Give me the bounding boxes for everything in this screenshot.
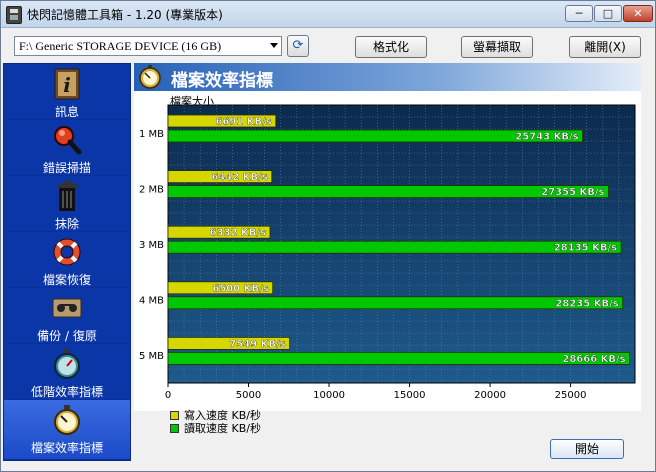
refresh-icon: ⟳ — [292, 38, 304, 53]
title-bar: 快閃記憶體工具箱 - 1.20 (專業版本) ─ □ ✕ — [1, 1, 655, 28]
data-label: 6332 KB/s — [210, 228, 266, 239]
data-label: 6442 KB/s — [211, 172, 267, 183]
maximize-icon: □ — [602, 7, 614, 20]
sidebar-item-label: 訊息 — [54, 105, 79, 119]
device-select[interactable]: F:\ Generic STORAGE DEVICE (16 GB) — [14, 36, 282, 56]
tape-icon — [52, 298, 82, 318]
lifebuoy-icon — [53, 238, 81, 266]
panel-title: 檔案效率指標 — [171, 71, 273, 91]
toolbar: F:\ Generic STORAGE DEVICE (16 GB) ⟳ 格式化… — [1, 28, 655, 62]
trash-icon — [57, 181, 77, 211]
stopwatch-icon — [54, 349, 80, 379]
category-label: 4 MB — [139, 296, 164, 307]
svg-text:i: i — [63, 73, 71, 97]
sidebar-item-erase[interactable]: 抹除 — [4, 176, 130, 232]
data-label: 25743 KB/s — [515, 132, 578, 143]
legend-label-write: 寫入速度 KB/秒 — [184, 409, 261, 422]
legend-item-write: 寫入速度 KB/秒 — [170, 409, 261, 422]
sidebar-item-info[interactable]: i 訊息 — [4, 64, 130, 120]
data-label: 27355 KB/s — [541, 187, 604, 198]
screen-capture-button[interactable]: 螢幕擷取 — [461, 36, 533, 58]
minimize-button[interactable]: ─ — [565, 5, 593, 22]
device-select-value: F:\ Generic STORAGE DEVICE (16 GB) — [19, 39, 222, 53]
magnifier-icon — [54, 126, 82, 155]
panel-header: 檔案效率指標 — [134, 63, 641, 91]
start-button[interactable]: 開始 — [550, 439, 624, 459]
sidebar-item-label: 抹除 — [54, 217, 79, 231]
legend-label-read: 讀取速度 KB/秒 — [184, 422, 261, 435]
legend-item-read: 讀取速度 KB/秒 — [170, 422, 261, 435]
sidebar-item-label: 低階效率指標 — [30, 385, 103, 399]
app-icon — [6, 6, 22, 24]
sidebar-item-label: 錯誤掃描 — [42, 161, 91, 175]
chart-area: 檔案大小 1 MB 6691 KB/s 25743 KB/s 2 MB 6442 KB/… — [134, 91, 641, 411]
info-icon: i — [54, 68, 80, 100]
chevron-down-icon[interactable] — [270, 43, 278, 48]
sidebar-item-error-scan[interactable]: 錯誤掃描 — [4, 120, 130, 176]
sidebar: i 訊息 錯誤掃描 抹除 檔案恢復 備份 / 復原 低階效率指標 檔案效率指標 — [3, 63, 131, 461]
close-icon: ✕ — [633, 7, 643, 20]
bar-read — [167, 351, 631, 365]
x-tick-label: 5000 — [236, 390, 261, 401]
category-label: 1 MB — [139, 129, 164, 140]
legend-swatch-write — [170, 411, 179, 420]
benchmark-chart: 1 MB 6691 KB/s 25743 KB/s 2 MB 6442 KB/s 2735… — [139, 104, 636, 401]
data-label: 7549 KB/s — [229, 339, 285, 350]
chart-legend: 寫入速度 KB/秒 讀取速度 KB/秒 — [170, 409, 261, 435]
maximize-button[interactable]: □ — [594, 5, 622, 22]
data-label: 6500 KB/s — [212, 283, 268, 294]
sidebar-item-low-level-benchmark[interactable]: 低階效率指標 — [4, 344, 130, 400]
sidebar-item-label: 檔案效率指標 — [30, 441, 103, 455]
category-label: 5 MB — [139, 351, 164, 362]
exit-button[interactable]: 離開(X) — [569, 36, 641, 58]
main-panel: 檔案效率指標 檔案大小 1 MB 6691 KB/s 25743 KB/s 2 MB 6… — [134, 63, 641, 461]
minimize-icon: ─ — [575, 7, 583, 20]
data-label: 28235 KB/s — [555, 298, 618, 309]
x-tick-label: 0 — [165, 390, 171, 401]
sidebar-item-label: 備份 / 復原 — [37, 329, 97, 343]
sidebar-item-backup-restore[interactable]: 備份 / 復原 — [4, 288, 130, 344]
sidebar-item-label: 檔案恢復 — [42, 273, 91, 287]
data-label: 28666 KB/s — [562, 354, 625, 365]
sidebar-item-file-benchmark[interactable]: 檔案效率指標 — [4, 400, 130, 460]
data-label: 28135 KB/s — [554, 243, 617, 254]
legend-swatch-read — [170, 424, 179, 433]
category-label: 3 MB — [139, 240, 164, 251]
stopwatch-icon — [139, 65, 161, 89]
refresh-button[interactable]: ⟳ — [287, 35, 309, 57]
x-tick-label: 10000 — [313, 390, 345, 401]
x-tick-label: 20000 — [474, 390, 506, 401]
sidebar-item-file-recovery[interactable]: 檔案恢復 — [4, 232, 130, 288]
category-label: 2 MB — [139, 184, 164, 195]
format-button[interactable]: 格式化 — [355, 36, 427, 58]
stopwatch-icon — [54, 405, 80, 435]
data-label: 6691 KB/s — [215, 117, 271, 128]
x-tick-label: 25000 — [555, 390, 587, 401]
window-title: 快閃記憶體工具箱 - 1.20 (專業版本) — [27, 8, 223, 22]
x-tick-label: 15000 — [394, 390, 426, 401]
close-button[interactable]: ✕ — [623, 5, 653, 22]
app-window: 快閃記憶體工具箱 - 1.20 (專業版本) ─ □ ✕ F:\ Generic… — [0, 0, 656, 472]
